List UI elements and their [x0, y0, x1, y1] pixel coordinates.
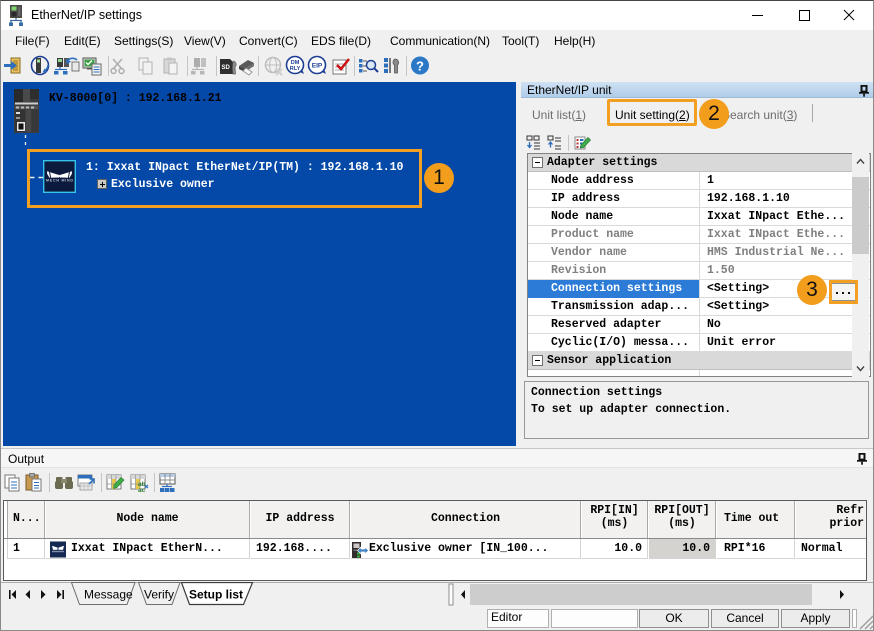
- svg-text:?: ?: [416, 59, 424, 74]
- svg-text:Message: Message: [84, 588, 133, 602]
- svg-text:SD: SD: [222, 65, 231, 71]
- svg-text:Verify: Verify: [144, 588, 174, 602]
- svg-text:MECH MIND: MECH MIND: [46, 179, 73, 183]
- svg-text:EIP: EIP: [312, 63, 323, 70]
- svg-text:RLY: RLY: [290, 66, 301, 72]
- svg-text:Setup list: Setup list: [189, 588, 243, 602]
- svg-text:ac: ac: [138, 487, 146, 494]
